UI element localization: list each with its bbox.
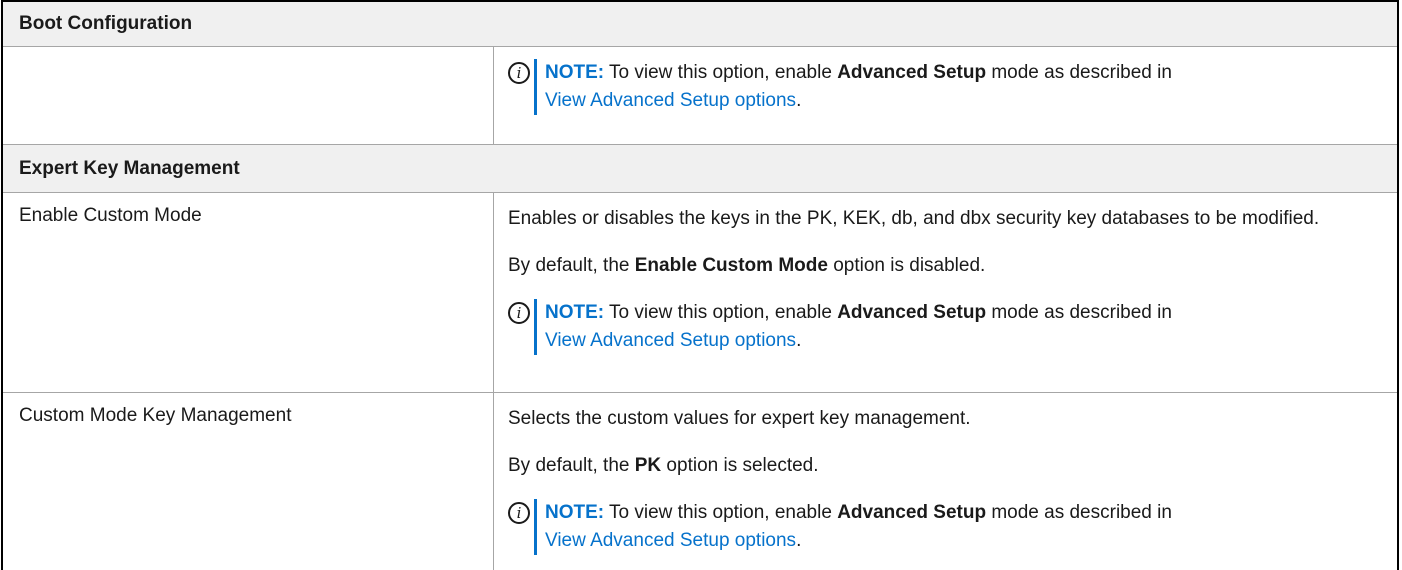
note-text: To view this option, enable (604, 302, 838, 323)
option-default: By default, the PK option is selected. (508, 452, 1377, 479)
default-text: By default, the (508, 455, 635, 476)
default-bold-text: PK (634, 455, 662, 476)
default-bold-text: Enable Custom Mode (634, 255, 828, 276)
note-text: mode as described in (986, 302, 1172, 323)
default-text: option is disabled. (827, 255, 986, 276)
note-end: . (796, 530, 802, 551)
section-heading-boot-configuration: Boot Configuration (3, 2, 1397, 47)
note-end: . (796, 90, 802, 111)
note-bold-text: Advanced Setup (837, 62, 987, 83)
note-bold-text: Advanced Setup (837, 302, 987, 323)
option-name-cell (3, 47, 494, 144)
note-text: To view this option, enable (604, 62, 838, 83)
note-block: i NOTE: To view this option, enable Adva… (508, 59, 1377, 115)
note-body: NOTE: To view this option, enable Advanc… (534, 299, 1172, 355)
option-description: Enables or disables the keys in the PK, … (508, 208, 1320, 229)
option-name: Custom Mode Key Management (19, 405, 292, 426)
option-description: Selects the custom values for expert key… (508, 408, 971, 429)
option-name-cell: Custom Mode Key Management (3, 393, 494, 570)
info-circle-icon: i (508, 502, 530, 524)
option-description-cell: i NOTE: To view this option, enable Adva… (494, 47, 1397, 144)
boot-configuration-row: i NOTE: To view this option, enable Adva… (3, 47, 1397, 145)
note-block: i NOTE: To view this option, enable Adva… (508, 299, 1377, 355)
option-description-cell: Selects the custom values for expert key… (494, 393, 1397, 570)
note-block: i NOTE: To view this option, enable Adva… (508, 499, 1377, 555)
option-row-enable-custom-mode: Enable Custom Mode Enables or disables t… (3, 193, 1397, 393)
note-text: mode as described in (986, 502, 1172, 523)
default-text: By default, the (508, 255, 635, 276)
settings-table: Boot Configuration i NOTE: To view this … (1, 0, 1399, 570)
option-description-cell: Enables or disables the keys in the PK, … (494, 193, 1397, 392)
note-body: NOTE: To view this option, enable Advanc… (534, 499, 1172, 555)
note-label: NOTE: (545, 302, 605, 323)
option-row-custom-mode-key-management: Custom Mode Key Management Selects the c… (3, 393, 1397, 570)
note-text: To view this option, enable (604, 502, 838, 523)
advanced-setup-link[interactable]: View Advanced Setup options (545, 90, 796, 111)
section-title: Expert Key Management (19, 157, 240, 179)
option-name: Enable Custom Mode (19, 205, 202, 226)
advanced-setup-link[interactable]: View Advanced Setup options (545, 330, 796, 351)
option-name-cell: Enable Custom Mode (3, 193, 494, 392)
note-label: NOTE: (545, 62, 605, 83)
note-text: mode as described in (986, 62, 1172, 83)
note-bold-text: Advanced Setup (837, 502, 987, 523)
advanced-setup-link[interactable]: View Advanced Setup options (545, 530, 796, 551)
option-default: By default, the Enable Custom Mode optio… (508, 252, 1377, 279)
note-body: NOTE: To view this option, enable Advanc… (534, 59, 1172, 115)
default-text: option is selected. (661, 455, 819, 476)
info-circle-icon: i (508, 62, 530, 84)
section-title: Boot Configuration (19, 13, 193, 34)
section-heading-expert-key-management: Expert Key Management (3, 145, 1397, 193)
note-end: . (796, 330, 802, 351)
note-label: NOTE: (545, 502, 605, 523)
info-circle-icon: i (508, 302, 530, 324)
